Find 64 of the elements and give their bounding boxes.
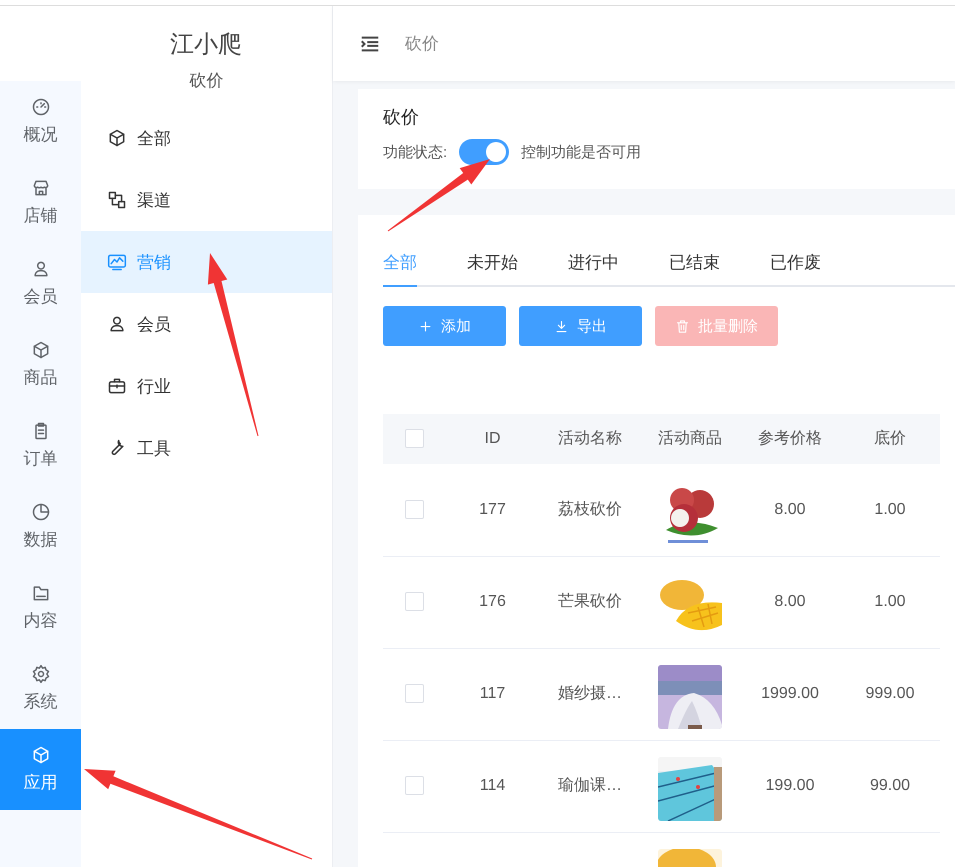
submenu-item[interactable]: 营销 <box>81 231 332 293</box>
select-all-checkbox[interactable] <box>404 429 424 448</box>
briefcase-icon <box>107 376 127 396</box>
table-cell: 176 <box>445 556 540 648</box>
column-header: 活动商品 <box>640 414 740 464</box>
tab[interactable]: 未开始 <box>467 251 518 287</box>
table-cell: 1999.00 <box>740 648 840 740</box>
tab[interactable]: 进行中 <box>568 251 619 287</box>
table-cell: 1.00 <box>840 464 940 556</box>
settings-icon <box>30 664 50 684</box>
rail-item[interactable]: 概况 <box>0 81 81 162</box>
row-checkbox[interactable] <box>404 684 424 704</box>
box-icon <box>30 340 50 360</box>
table-cell: 1.00 <box>840 556 940 648</box>
cube-icon <box>30 745 50 765</box>
cube-icon <box>107 128 127 148</box>
column-header: ID <box>445 414 540 464</box>
row-checkbox[interactable] <box>404 776 424 796</box>
column-header: 底价 <box>840 414 940 464</box>
submenu-item[interactable]: 渠道 <box>81 169 332 231</box>
table-cell: 114 <box>445 740 540 832</box>
table-cell: 999.00 <box>840 648 940 740</box>
rail-item[interactable]: 数据 <box>0 486 81 567</box>
feature-title: 砍价 <box>383 106 420 129</box>
submenu-item[interactable]: 工具 <box>81 417 332 479</box>
row-checkbox[interactable] <box>404 592 424 612</box>
tab[interactable]: 已作废 <box>770 251 821 287</box>
brand-title: 江小爬 <box>170 30 242 60</box>
table-cell: 199.00 <box>740 740 840 832</box>
submenu-item[interactable]: 会员 <box>81 293 332 355</box>
breadcrumb: 砍价 <box>405 33 439 55</box>
toggle-switch[interactable] <box>459 139 510 165</box>
status-hint: 控制功能是否可用 <box>521 142 642 162</box>
status-label: 功能状态: <box>383 142 448 162</box>
pie-chart-icon <box>30 502 50 522</box>
trash-icon <box>675 318 690 334</box>
table-cell: 8.00 <box>740 556 840 648</box>
rail-item[interactable]: 商品 <box>0 324 81 405</box>
table-cell: 8.00 <box>740 464 840 556</box>
table-cell: 117 <box>445 648 540 740</box>
shop-icon <box>30 178 50 198</box>
plus-icon <box>418 318 433 334</box>
column-header: 活动名称 <box>540 414 640 464</box>
rail-item[interactable]: 内容 <box>0 567 81 648</box>
tab[interactable]: 已结束 <box>669 251 720 287</box>
rail-item[interactable]: 订单 <box>0 405 81 486</box>
table-cell: 瑜伽课… <box>540 740 640 832</box>
gauge-icon <box>30 97 50 117</box>
rail-item[interactable]: 应用 <box>0 729 81 810</box>
table-cell: 荔枝砍价 <box>540 464 640 556</box>
table-cell: 芒果砍价 <box>540 556 640 648</box>
rail-item[interactable]: 会员 <box>0 243 81 324</box>
row-checkbox[interactable] <box>404 500 424 520</box>
column-header: 参考价格 <box>740 414 840 464</box>
chart-monitor-icon <box>107 252 127 272</box>
rail-item[interactable]: 系统 <box>0 648 81 729</box>
submenu-item[interactable]: 全部 <box>81 107 332 169</box>
table-cell: 婚纱摄… <box>540 648 640 740</box>
table-cell: 99.00 <box>840 740 940 832</box>
submenu-item[interactable]: 行业 <box>81 355 332 417</box>
rail-item[interactable]: 店铺 <box>0 162 81 243</box>
nodes-icon <box>107 190 127 210</box>
download-icon <box>554 318 569 334</box>
table-cell: 177 <box>445 464 540 556</box>
